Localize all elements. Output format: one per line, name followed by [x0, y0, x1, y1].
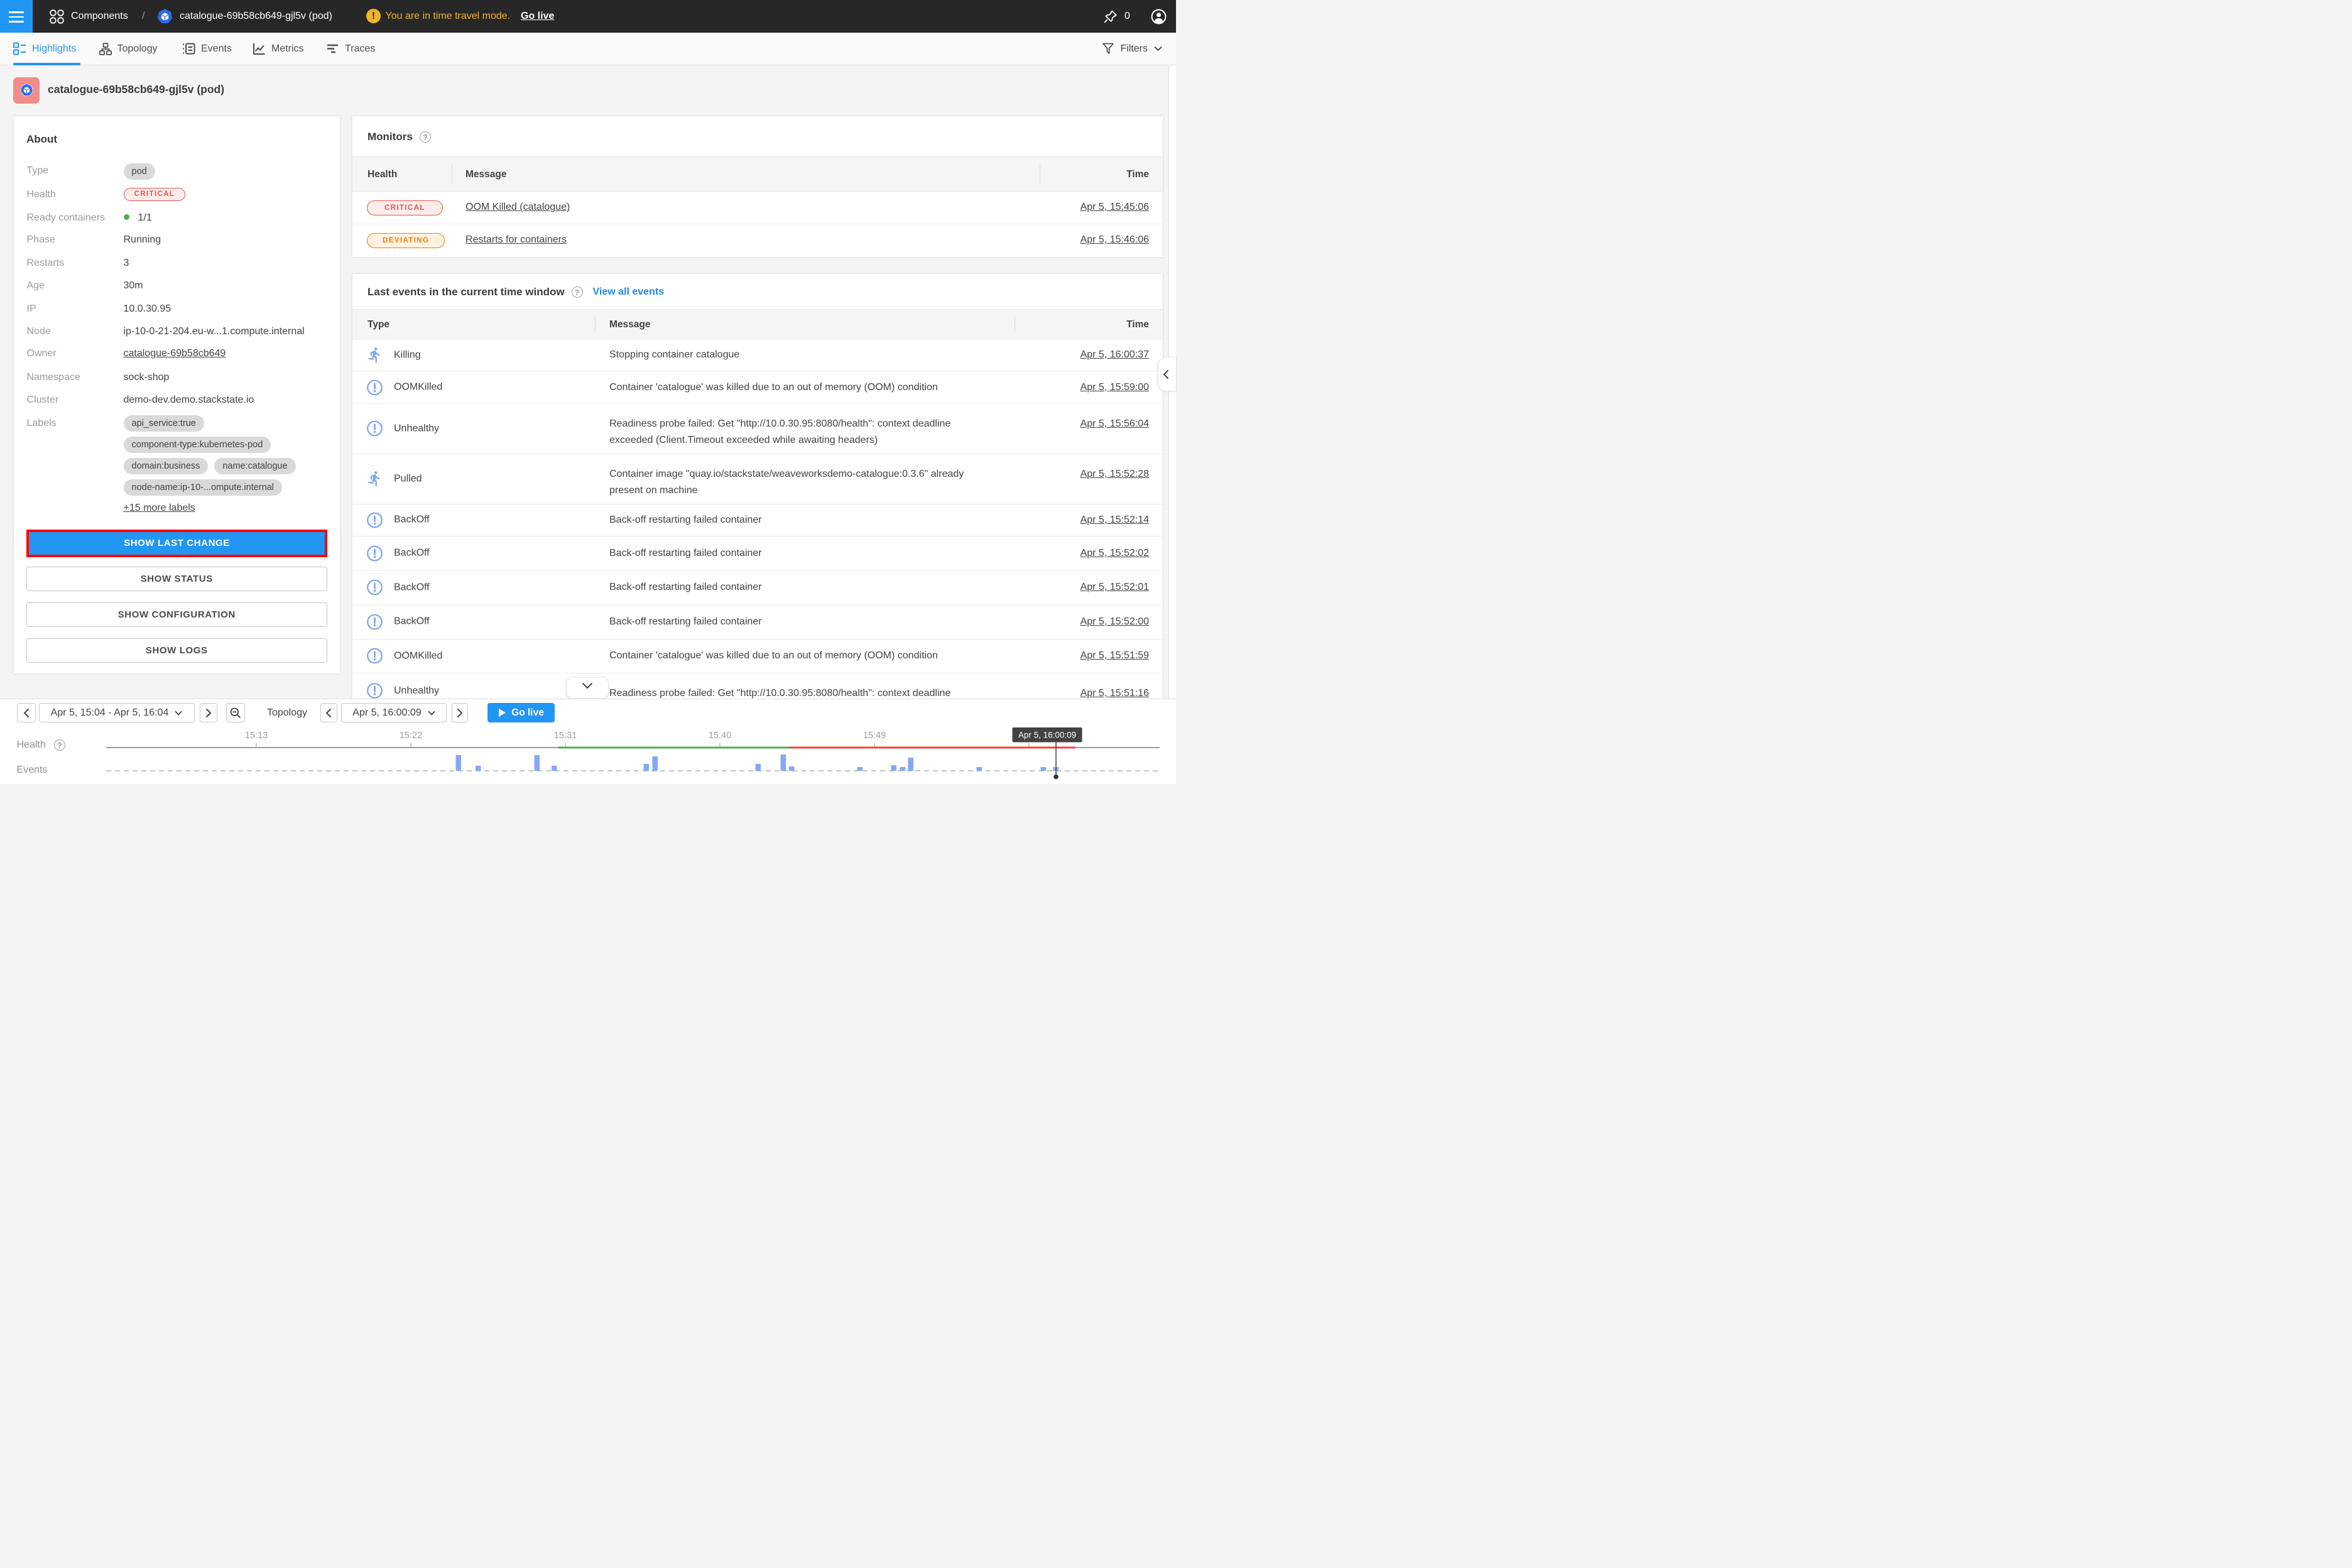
svg-text:Apr 5, 16:00:09: Apr 5, 16:00:09	[1018, 731, 1076, 740]
svg-text:15:22: 15:22	[400, 731, 422, 741]
svg-text:15:31: 15:31	[554, 731, 577, 741]
svg-text:15:49: 15:49	[863, 731, 886, 741]
svg-text:15:13: 15:13	[245, 731, 268, 741]
svg-text:15:40: 15:40	[709, 731, 731, 741]
